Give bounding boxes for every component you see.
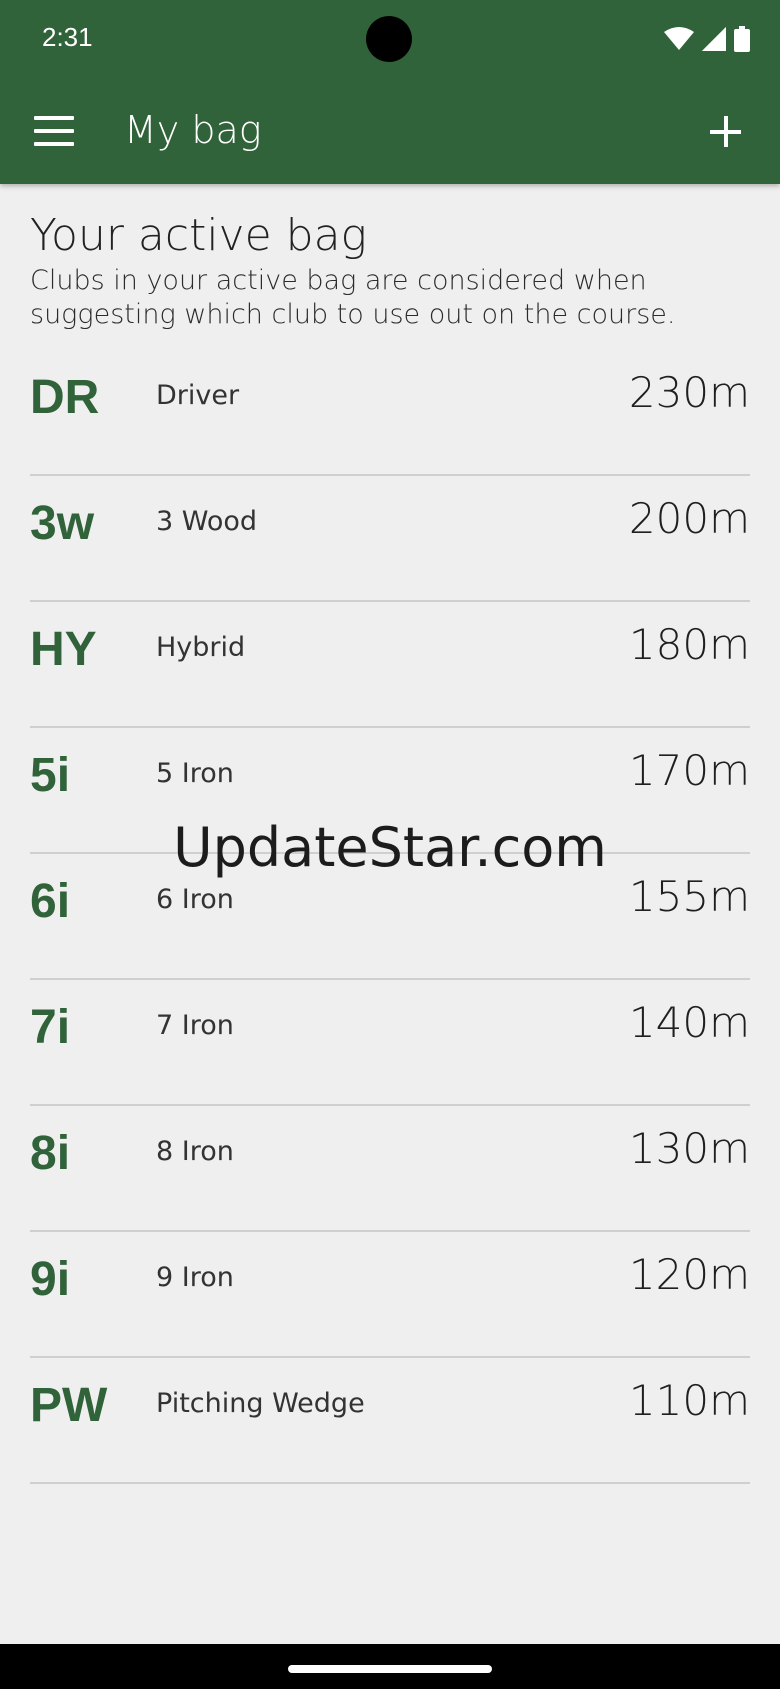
app-bar: 2:31 My bag [0, 0, 780, 184]
status-icons [664, 26, 750, 52]
club-distance: 230m [628, 368, 750, 417]
club-name: 8 Iron [156, 1136, 234, 1167]
club-name: Pitching Wedge [156, 1388, 365, 1419]
club-abbreviation: 5i [30, 749, 71, 802]
club-name: 9 Iron [156, 1262, 234, 1293]
club-abbreviation: 3w [30, 497, 95, 550]
club-row[interactable]: 9i 9 Iron 120m [30, 1232, 750, 1358]
club-row[interactable]: 8i 8 Iron 130m [30, 1106, 750, 1232]
club-abbreviation: HY [30, 623, 97, 676]
club-distance: 180m [628, 620, 750, 669]
club-row[interactable]: 7i 7 Iron 140m [30, 980, 750, 1106]
club-abbreviation: 9i [30, 1253, 71, 1306]
wifi-icon [664, 27, 694, 50]
club-name: 6 Iron [156, 884, 234, 915]
club-abbreviation: PW [30, 1379, 108, 1432]
club-row[interactable]: PW Pitching Wedge 110m [30, 1358, 750, 1484]
cellular-icon [702, 27, 726, 51]
club-name: Hybrid [156, 632, 246, 663]
club-name: 5 Iron [156, 758, 234, 789]
club-list: DR Driver 230m 3w 3 Wood 200m HY Hybrid … [30, 350, 750, 1484]
camera-cutout [366, 16, 412, 62]
page-description: Clubs in your active bag are considered … [30, 265, 676, 330]
club-distance: 155m [628, 872, 750, 921]
club-name: 3 Wood [156, 506, 258, 537]
status-time: 2:31 [42, 22, 93, 52]
club-row[interactable]: DR Driver 230m [30, 350, 750, 476]
club-name: Driver [156, 380, 240, 411]
club-distance: 200m [628, 494, 750, 543]
club-row[interactable]: HY Hybrid 180m [30, 602, 750, 728]
club-distance: 140m [628, 998, 750, 1047]
club-distance: 120m [628, 1250, 750, 1299]
club-abbreviation: 7i [30, 1001, 71, 1054]
club-name: 7 Iron [156, 1010, 234, 1041]
page-heading: Your active bag [30, 210, 367, 261]
watermark-text: UpdateStar.com [173, 816, 607, 879]
club-distance: 110m [628, 1376, 750, 1425]
club-distance: 130m [628, 1124, 750, 1173]
club-abbreviation: 8i [30, 1127, 71, 1180]
club-abbreviation: DR [30, 371, 100, 424]
club-abbreviation: 6i [30, 875, 71, 928]
home-gesture-pill[interactable] [288, 1665, 492, 1673]
plus-icon[interactable] [706, 112, 746, 152]
app-title: My bag [124, 108, 262, 152]
club-row[interactable]: 3w 3 Wood 200m [30, 476, 750, 602]
club-distance: 170m [628, 746, 750, 795]
battery-icon [734, 26, 750, 52]
hamburger-menu-icon[interactable] [34, 116, 74, 146]
